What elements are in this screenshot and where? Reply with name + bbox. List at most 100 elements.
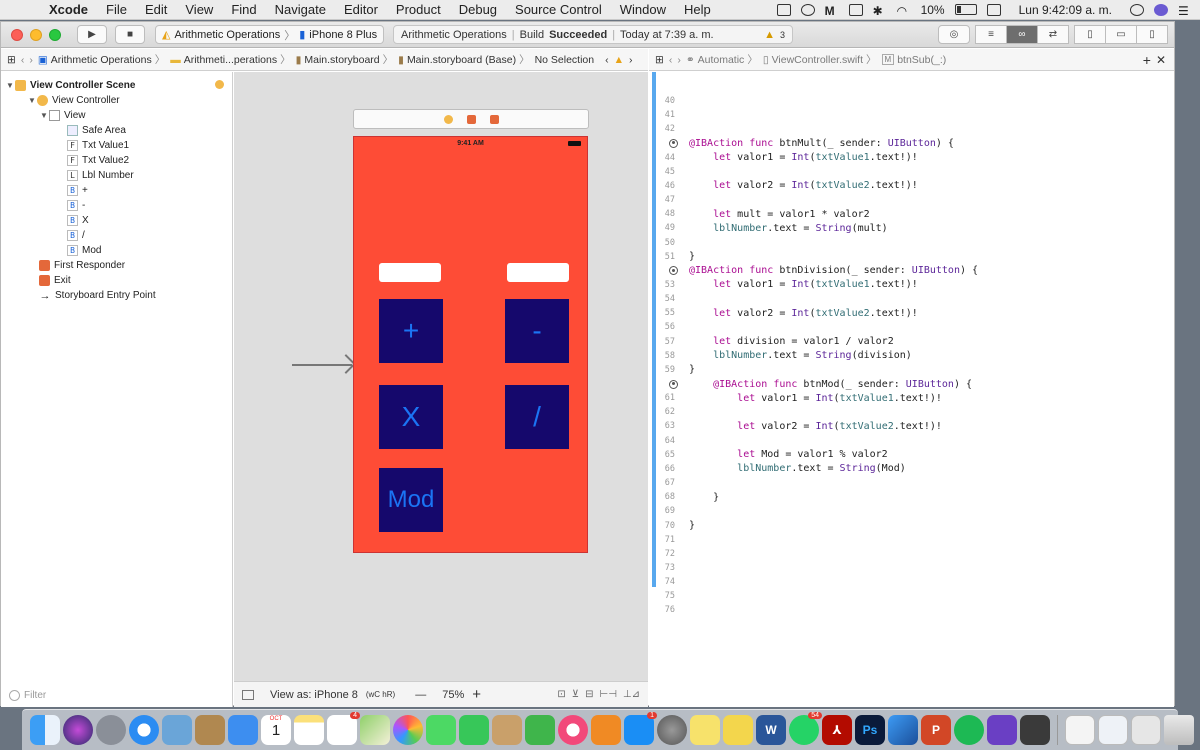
forward-arrow-icon[interactable]: › <box>29 54 33 66</box>
minimize-window-button[interactable] <box>30 28 42 41</box>
safari-icon[interactable] <box>129 715 159 745</box>
disclosure-triangle-icon[interactable]: ▼ <box>5 81 15 90</box>
contacts-icon[interactable] <box>492 715 522 745</box>
vlc-icon[interactable] <box>1020 715 1050 745</box>
first-responder-icon[interactable] <box>466 114 476 124</box>
subtract-button[interactable]: - <box>505 299 569 363</box>
previous-issue-icon[interactable]: ‹ <box>605 54 609 66</box>
disclosure-triangle-icon[interactable]: ▼ <box>39 111 49 120</box>
breadcrumb-method[interactable]: MbtnSub(_:) <box>881 54 946 66</box>
warning-icon[interactable]: ▲ <box>764 29 775 41</box>
menu-edit[interactable]: Edit <box>136 2 176 17</box>
ibaction-connection-icon[interactable] <box>669 379 678 389</box>
library-button[interactable]: ◎ <box>938 25 970 44</box>
notes-icon[interactable] <box>294 715 324 745</box>
code-line[interactable]: 69 <box>649 504 689 518</box>
navigator-toggle-button[interactable]: ▯ <box>1074 25 1106 44</box>
code-line[interactable]: @IBAction func btnDivision(_ sender: UIB… <box>649 264 978 278</box>
code-line[interactable]: 48 let mult = valor1 * valor2 <box>649 207 870 221</box>
outline-item-row[interactable]: F Txt Value1 <box>1 138 129 153</box>
menu-find[interactable]: Find <box>222 2 265 17</box>
airplay-icon[interactable] <box>848 3 863 16</box>
breadcrumb-project[interactable]: ▣ Arithmetic Operations 〉 <box>38 52 165 67</box>
stickies-note-icon[interactable] <box>723 715 753 745</box>
books-icon[interactable] <box>591 715 621 745</box>
outline-item-row[interactable]: B - <box>1 198 85 213</box>
imovie-icon[interactable] <box>987 715 1017 745</box>
assistant-code-editor[interactable]: 40 41 42 @IBAction func btnMult(_ sender: U… <box>649 72 1174 707</box>
outline-first-responder-row[interactable]: First Responder <box>1 258 125 273</box>
code-line[interactable]: 49 lblNumber.text = String(mult) <box>649 221 888 235</box>
code-line[interactable]: 66 lblNumber.text = String(Mod) <box>649 462 906 476</box>
outline-toggle-icon[interactable] <box>242 689 254 700</box>
system-preferences-icon[interactable] <box>657 715 687 745</box>
ibaction-connection-icon[interactable] <box>669 138 678 148</box>
bluetooth-icon[interactable]: ✱ <box>873 4 887 18</box>
spotlight-icon[interactable] <box>1130 3 1144 16</box>
txt-value1-field[interactable] <box>379 263 441 282</box>
menu-debug[interactable]: Debug <box>450 2 506 17</box>
menu-editor[interactable]: Editor <box>335 2 387 17</box>
code-line[interactable]: 45 <box>649 165 689 179</box>
code-line[interactable]: 75 <box>649 589 689 603</box>
outline-item-row[interactable]: B / <box>1 228 85 243</box>
notification-center-icon[interactable]: ☰ <box>1178 4 1192 18</box>
trash-icon[interactable] <box>1164 715 1194 745</box>
menu-help[interactable]: Help <box>675 2 720 17</box>
app-store-icon[interactable]: 1 <box>624 712 657 745</box>
back-arrow-icon[interactable]: ‹ <box>669 54 673 66</box>
menu-product[interactable]: Product <box>387 2 450 17</box>
code-line[interactable]: 55 let valor2 = Int(txtValue2.text!)! <box>649 306 918 320</box>
code-line[interactable]: 70} <box>649 519 695 533</box>
forward-arrow-icon[interactable]: › <box>677 54 681 66</box>
siri-icon[interactable] <box>1154 3 1168 16</box>
word-icon[interactable]: W <box>756 715 786 745</box>
resolve-autolayout-icon[interactable]: ⊥⊿ <box>623 689 640 700</box>
notebook-icon[interactable] <box>195 715 225 745</box>
inspector-toggle-button[interactable]: ▯ <box>1136 25 1168 44</box>
breadcrumb-selection[interactable]: No Selection <box>535 54 595 66</box>
code-line[interactable]: 59} <box>649 363 695 377</box>
code-line[interactable]: 64 <box>649 434 689 448</box>
menu-clock[interactable]: Lun 9:42:09 a. m. <box>1019 3 1112 17</box>
finder-icon[interactable] <box>30 715 60 745</box>
document-stack-icon[interactable] <box>1065 715 1095 745</box>
code-line[interactable]: 61 let valor1 = Int(txtValue1.text!)! <box>649 391 942 405</box>
outline-item-row[interactable]: B X <box>1 213 89 228</box>
outline-view-row[interactable]: ▼ View <box>1 108 86 123</box>
add-editor-icon[interactable]: + <box>1143 52 1151 68</box>
assistant-editor-button[interactable]: ∞ <box>1006 25 1038 44</box>
scheme-selector[interactable]: ◭ Arithmetic Operations 〉 ▮ iPhone 8 Plu… <box>155 25 385 44</box>
close-editor-icon[interactable]: ✕ <box>1156 53 1174 67</box>
menu-source-control[interactable]: Source Control <box>506 2 611 17</box>
powerpoint-icon[interactable]: P <box>921 715 951 745</box>
code-line[interactable]: 47 <box>649 193 689 207</box>
code-line[interactable]: 74 <box>649 575 689 589</box>
zoom-out-button[interactable]: — <box>415 689 426 701</box>
sync-icon[interactable] <box>800 3 815 16</box>
code-line[interactable]: 67 <box>649 476 689 490</box>
update-frames-icon[interactable]: ⊡ <box>557 689 565 700</box>
breadcrumb-storyboard[interactable]: ▮ Main.storyboard 〉 <box>296 52 394 67</box>
disclosure-triangle-icon[interactable]: ▼ <box>27 96 37 105</box>
breadcrumb-folder[interactable]: ▬ Arithmeti...perations 〉 <box>170 52 290 67</box>
code-line[interactable]: @IBAction func btnMult(_ sender: UIButto… <box>649 136 954 150</box>
code-line[interactable]: 54 <box>649 292 689 306</box>
code-line[interactable]: 40 <box>649 94 689 108</box>
outline-scene-row[interactable]: ▼ View Controller Scene <box>1 78 135 93</box>
issue-warning-icon[interactable]: ▲ <box>614 54 624 66</box>
breadcrumb-swift-file[interactable]: ▯ ViewController.swift 〉 <box>763 52 877 67</box>
photoshop-icon[interactable]: Ps <box>855 715 885 745</box>
txt-value2-field[interactable] <box>507 263 569 282</box>
add-button[interactable]: + <box>379 299 443 363</box>
outline-entry-row[interactable]: → Storyboard Entry Point <box>1 288 156 303</box>
code-line[interactable]: 53 let valor1 = Int(txtValue1.text!)! <box>649 278 918 292</box>
calendar-icon[interactable]: OCT 1 <box>261 715 291 745</box>
scene-warning-icon[interactable] <box>215 80 224 89</box>
exit-icon[interactable] <box>489 114 499 124</box>
zoom-level[interactable]: 75% <box>442 689 464 701</box>
xcode-icon[interactable] <box>888 715 918 745</box>
view-controller-icon[interactable] <box>443 114 453 124</box>
code-line[interactable]: 72 <box>649 547 689 561</box>
facetime-icon[interactable] <box>459 715 489 745</box>
